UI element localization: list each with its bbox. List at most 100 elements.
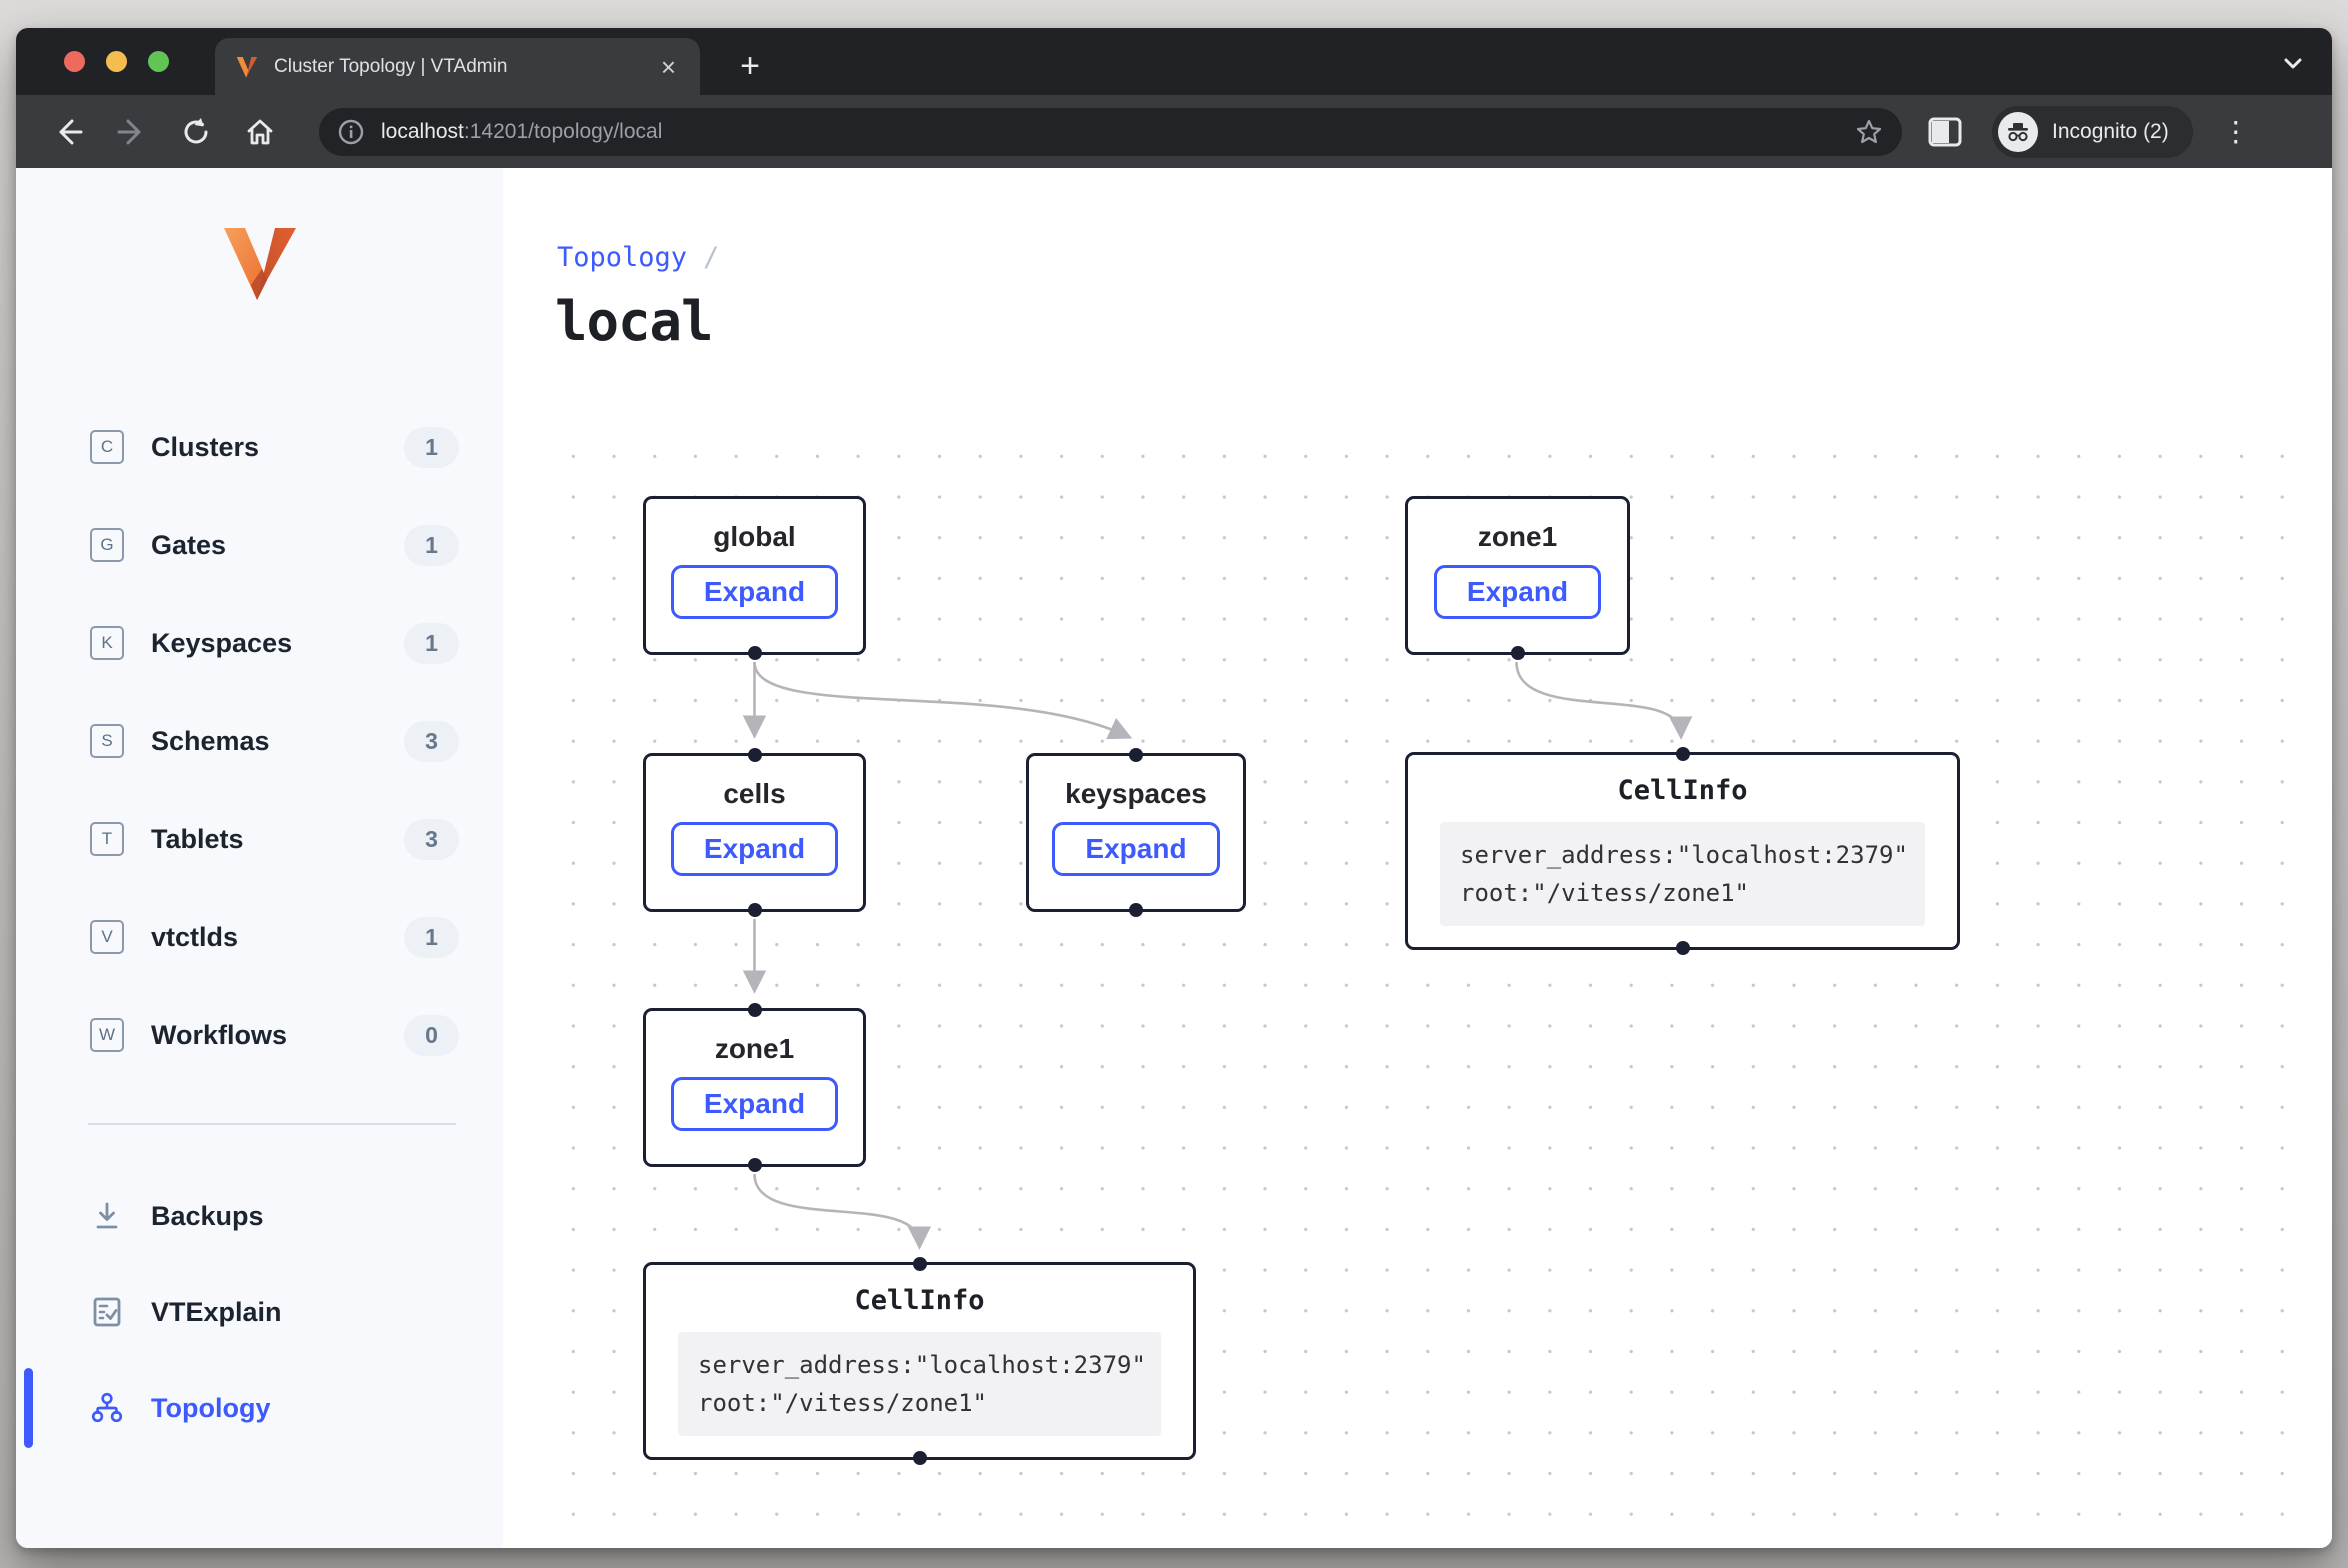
clusters-letter-icon: C (90, 430, 124, 464)
reload-button[interactable] (177, 113, 215, 151)
topology-icon (90, 1391, 124, 1425)
minimize-window-button[interactable] (106, 51, 127, 72)
site-info-icon[interactable] (337, 118, 365, 146)
node-title: CellInfo (854, 1285, 984, 1316)
count-badge: 3 (404, 819, 459, 860)
node-title: CellInfo (1617, 775, 1747, 806)
sidebar-item-schemas[interactable]: S Schemas 3 (16, 692, 503, 790)
document-check-icon (90, 1295, 124, 1329)
node-zone1: zone1 Expand (1405, 496, 1630, 655)
sidebar-nav-secondary: Backups VTExplain (16, 1168, 503, 1456)
count-badge: 3 (404, 721, 459, 762)
connection-handle (1129, 903, 1143, 917)
back-button[interactable] (49, 113, 87, 151)
download-icon (90, 1199, 124, 1233)
count-badge: 1 (404, 917, 459, 958)
keyspaces-letter-icon: K (90, 626, 124, 660)
expand-button[interactable]: Expand (671, 565, 838, 619)
workflows-letter-icon: W (90, 1018, 124, 1052)
bookmark-star-icon[interactable] (1854, 117, 1884, 147)
node-title: zone1 (715, 1033, 794, 1065)
connection-handle (1511, 646, 1525, 660)
connection-handle (1676, 941, 1690, 955)
sidebar-item-clusters[interactable]: C Clusters 1 (16, 398, 503, 496)
sidebar-item-topology[interactable]: Topology (16, 1360, 503, 1456)
topology-graph-canvas[interactable]: global Expand zone1 Expand cells Expand (543, 430, 2319, 1536)
browser-tab[interactable]: Cluster Topology | VTAdmin × (215, 38, 700, 95)
count-badge: 1 (404, 623, 459, 664)
breadcrumb-topology-link[interactable]: Topology (557, 242, 687, 273)
connection-handle (748, 748, 762, 762)
sidebar-item-label: Clusters (151, 432, 259, 463)
sidebar-item-vtctlds[interactable]: V vtctlds 1 (16, 888, 503, 986)
vitess-logo (16, 224, 503, 302)
browser-menu-icon[interactable]: ⋮ (2221, 115, 2251, 148)
sidebar-item-label: vtctlds (151, 922, 238, 953)
home-button[interactable] (241, 113, 279, 151)
expand-button[interactable]: Expand (1434, 565, 1601, 619)
sidebar-item-workflows[interactable]: W Workflows 0 (16, 986, 503, 1084)
breadcrumb: Topology / (557, 242, 719, 273)
forward-button[interactable] (113, 113, 151, 151)
incognito-label: Incognito (2) (2052, 120, 2169, 144)
vtadmin-app: C Clusters 1 G Gates 1 K Keyspaces 1 S S… (16, 168, 2332, 1548)
window-controls (64, 51, 169, 72)
sidebar-item-keyspaces[interactable]: K Keyspaces 1 (16, 594, 503, 692)
node-title: zone1 (1478, 521, 1557, 553)
node-title: global (713, 521, 795, 553)
page-title: local (555, 290, 713, 353)
tab-favicon-vitess-icon (235, 55, 259, 79)
connection-handle (748, 903, 762, 917)
sidebar-item-gates[interactable]: G Gates 1 (16, 496, 503, 594)
count-badge: 1 (404, 427, 459, 468)
sidebar-item-label: Topology (151, 1393, 270, 1424)
gates-letter-icon: G (90, 528, 124, 562)
node-cellinfo-zone1-child: CellInfo server_address:"localhost:2379"… (643, 1262, 1196, 1460)
sidebar-item-label: Workflows (151, 1020, 287, 1051)
tab-strip: Cluster Topology | VTAdmin × + (16, 28, 2332, 95)
breadcrumb-separator: / (703, 242, 719, 273)
connection-handle (913, 1451, 927, 1465)
node-cellinfo-zone1: CellInfo server_address:"localhost:2379"… (1405, 752, 1960, 950)
connection-handle (1676, 747, 1690, 761)
active-item-indicator (24, 1368, 33, 1448)
node-global: global Expand (643, 496, 866, 655)
side-panel-icon[interactable] (1928, 117, 1962, 147)
connection-handle (913, 1257, 927, 1271)
sidebar: C Clusters 1 G Gates 1 K Keyspaces 1 S S… (16, 168, 503, 1548)
cellinfo-code: server_address:"localhost:2379" root:"/v… (1440, 822, 1925, 926)
sidebar-item-label: Backups (151, 1201, 264, 1232)
address-bar[interactable]: localhost:14201/topology/local (319, 108, 1902, 156)
node-keyspaces: keyspaces Expand (1026, 753, 1246, 912)
node-title: cells (723, 778, 785, 810)
expand-button[interactable]: Expand (671, 1077, 838, 1131)
sidebar-nav-primary: C Clusters 1 G Gates 1 K Keyspaces 1 S S… (16, 398, 503, 1125)
count-badge: 0 (404, 1015, 459, 1056)
schemas-letter-icon: S (90, 724, 124, 758)
sidebar-item-label: Tablets (151, 824, 244, 855)
incognito-icon (1998, 112, 2038, 152)
url-text[interactable]: localhost:14201/topology/local (381, 120, 1854, 144)
sidebar-divider (88, 1123, 456, 1125)
close-tab-icon[interactable]: × (657, 54, 680, 80)
connection-handle (748, 646, 762, 660)
sidebar-item-label: Keyspaces (151, 628, 292, 659)
incognito-badge[interactable]: Incognito (2) (1992, 106, 2193, 158)
expand-button[interactable]: Expand (671, 822, 838, 876)
zoom-window-button[interactable] (148, 51, 169, 72)
vtctlds-letter-icon: V (90, 920, 124, 954)
expand-button[interactable]: Expand (1052, 822, 1219, 876)
new-tab-button[interactable]: + (728, 44, 772, 88)
cellinfo-code: server_address:"localhost:2379" root:"/v… (678, 1332, 1161, 1436)
connection-handle (1129, 748, 1143, 762)
sidebar-item-backups[interactable]: Backups (16, 1168, 503, 1264)
sidebar-item-label: Gates (151, 530, 226, 561)
sidebar-item-tablets[interactable]: T Tablets 3 (16, 790, 503, 888)
sidebar-item-vtexplain[interactable]: VTExplain (16, 1264, 503, 1360)
tab-title: Cluster Topology | VTAdmin (274, 56, 657, 78)
connection-handle (748, 1158, 762, 1172)
chevron-down-icon[interactable] (2280, 50, 2306, 76)
node-zone1-child: zone1 Expand (643, 1008, 866, 1167)
tablets-letter-icon: T (90, 822, 124, 856)
close-window-button[interactable] (64, 51, 85, 72)
